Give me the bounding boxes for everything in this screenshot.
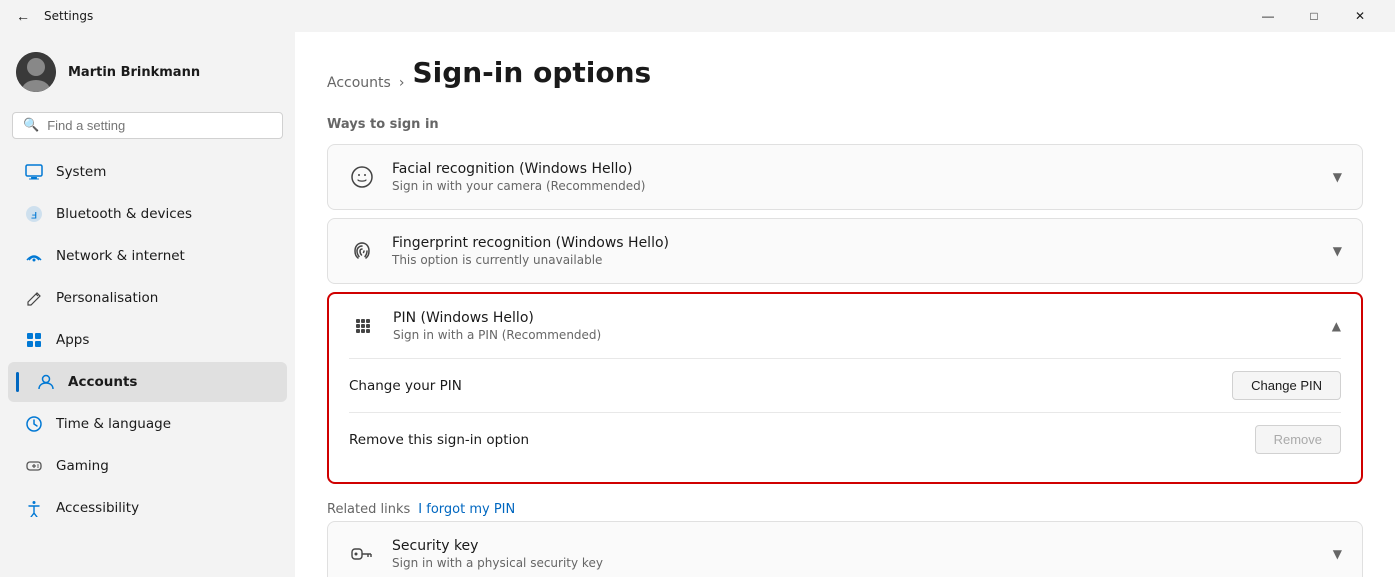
sidebar-item-time[interactable]: Time & language	[8, 404, 287, 444]
facial-recognition-card: Facial recognition (Windows Hello) Sign …	[327, 144, 1363, 210]
page-title: Sign-in options	[412, 56, 651, 89]
key-icon	[348, 540, 376, 568]
pin-subtitle: Sign in with a PIN (Recommended)	[393, 328, 601, 342]
network-icon	[24, 246, 44, 266]
svg-text:ⅎ: ⅎ	[31, 208, 37, 222]
facial-title: Facial recognition (Windows Hello)	[392, 161, 645, 177]
sidebar-item-gaming[interactable]: Gaming	[8, 446, 287, 486]
remove-button[interactable]: Remove	[1255, 425, 1341, 454]
pin-icon	[349, 312, 377, 340]
related-links-label: Related links	[327, 502, 410, 517]
apps-icon	[24, 330, 44, 350]
sidebar-item-accessibility[interactable]: Accessibility	[8, 488, 287, 528]
face-icon	[348, 163, 376, 191]
section-title: Ways to sign in	[327, 117, 1363, 132]
sidebar-item-personalisation[interactable]: Personalisation	[8, 278, 287, 318]
fingerprint-header-left: Fingerprint recognition (Windows Hello) …	[348, 235, 669, 267]
close-button[interactable]: ✕	[1337, 0, 1383, 32]
pin-header-left: PIN (Windows Hello) Sign in with a PIN (…	[349, 310, 601, 342]
fingerprint-icon	[348, 237, 376, 265]
sidebar-item-system[interactable]: System	[8, 152, 287, 192]
sidebar-item-gaming-label: Gaming	[56, 458, 109, 474]
accessibility-icon	[24, 498, 44, 518]
fingerprint-text: Fingerprint recognition (Windows Hello) …	[392, 235, 669, 267]
pin-text: PIN (Windows Hello) Sign in with a PIN (…	[393, 310, 601, 342]
change-pin-label: Change your PIN	[349, 378, 462, 394]
sidebar: Martin Brinkmann 🔍 System ⅎ Bluetooth & …	[0, 32, 295, 577]
maximize-button[interactable]: □	[1291, 0, 1337, 32]
sidebar-item-accounts-label: Accounts	[68, 374, 137, 390]
sidebar-item-system-label: System	[56, 164, 106, 180]
fingerprint-card: Fingerprint recognition (Windows Hello) …	[327, 218, 1363, 284]
facial-recognition-header[interactable]: Facial recognition (Windows Hello) Sign …	[328, 145, 1362, 209]
sidebar-item-time-label: Time & language	[56, 416, 171, 432]
security-key-header[interactable]: Security key Sign in with a physical sec…	[328, 522, 1362, 577]
remove-signin-label: Remove this sign-in option	[349, 432, 529, 448]
user-name: Martin Brinkmann	[68, 65, 200, 80]
facial-subtitle: Sign in with your camera (Recommended)	[392, 179, 645, 193]
pin-card: PIN (Windows Hello) Sign in with a PIN (…	[327, 292, 1363, 484]
titlebar: ← Settings — □ ✕	[0, 0, 1395, 32]
main-content: Accounts › Sign-in options Ways to sign …	[295, 32, 1395, 577]
change-pin-button[interactable]: Change PIN	[1232, 371, 1341, 400]
breadcrumb: Accounts › Sign-in options	[327, 56, 1363, 109]
fingerprint-subtitle: This option is currently unavailable	[392, 253, 669, 267]
sidebar-item-apps-label: Apps	[56, 332, 89, 348]
pin-card-body: Change your PIN Change PIN Remove this s…	[329, 358, 1361, 482]
monitor-icon	[24, 162, 44, 182]
breadcrumb-separator: ›	[399, 75, 405, 91]
fingerprint-chevron: ▼	[1333, 244, 1342, 258]
security-key-subtitle: Sign in with a physical security key	[392, 556, 603, 570]
security-key-header-left: Security key Sign in with a physical sec…	[348, 538, 603, 570]
related-links: Related links I forgot my PIN	[327, 492, 1363, 521]
avatar	[16, 52, 56, 92]
pin-title: PIN (Windows Hello)	[393, 310, 601, 326]
app-body: Martin Brinkmann 🔍 System ⅎ Bluetooth & …	[0, 32, 1395, 577]
gaming-icon	[24, 456, 44, 476]
change-pin-row: Change your PIN Change PIN	[349, 358, 1341, 412]
facial-header-left: Facial recognition (Windows Hello) Sign …	[348, 161, 645, 193]
search-icon: 🔍	[23, 118, 39, 133]
search-input[interactable]	[47, 118, 272, 133]
sidebar-item-accounts[interactable]: Accounts	[8, 362, 287, 402]
titlebar-left: ← Settings	[12, 6, 93, 26]
breadcrumb-parent[interactable]: Accounts	[327, 75, 391, 91]
sidebar-item-bluetooth-label: Bluetooth & devices	[56, 206, 192, 222]
facial-text: Facial recognition (Windows Hello) Sign …	[392, 161, 645, 193]
clock-icon	[24, 414, 44, 434]
security-key-card: Security key Sign in with a physical sec…	[327, 521, 1363, 577]
sidebar-item-network-label: Network & internet	[56, 248, 185, 264]
titlebar-controls: — □ ✕	[1245, 0, 1383, 32]
user-section: Martin Brinkmann	[0, 40, 295, 108]
forgot-pin-link[interactable]: I forgot my PIN	[418, 502, 515, 517]
security-key-text: Security key Sign in with a physical sec…	[392, 538, 603, 570]
fingerprint-header[interactable]: Fingerprint recognition (Windows Hello) …	[328, 219, 1362, 283]
sidebar-item-accessibility-label: Accessibility	[56, 500, 139, 516]
pin-header[interactable]: PIN (Windows Hello) Sign in with a PIN (…	[329, 294, 1361, 358]
person-icon	[36, 372, 56, 392]
security-key-chevron: ▼	[1333, 547, 1342, 561]
remove-signin-row: Remove this sign-in option Remove	[349, 412, 1341, 466]
sidebar-item-apps[interactable]: Apps	[8, 320, 287, 360]
sidebar-item-bluetooth[interactable]: ⅎ Bluetooth & devices	[8, 194, 287, 234]
sidebar-item-network[interactable]: Network & internet	[8, 236, 287, 276]
back-button[interactable]: ←	[12, 6, 34, 26]
search-box[interactable]: 🔍	[12, 112, 283, 139]
sidebar-item-personalisation-label: Personalisation	[56, 290, 158, 306]
minimize-button[interactable]: —	[1245, 0, 1291, 32]
bluetooth-icon: ⅎ	[24, 204, 44, 224]
pencil-icon	[24, 288, 44, 308]
pin-chevron: ▲	[1332, 319, 1341, 333]
facial-chevron: ▼	[1333, 170, 1342, 184]
active-indicator	[16, 372, 19, 392]
fingerprint-title: Fingerprint recognition (Windows Hello)	[392, 235, 669, 251]
security-key-title: Security key	[392, 538, 603, 554]
titlebar-title: Settings	[44, 9, 93, 23]
